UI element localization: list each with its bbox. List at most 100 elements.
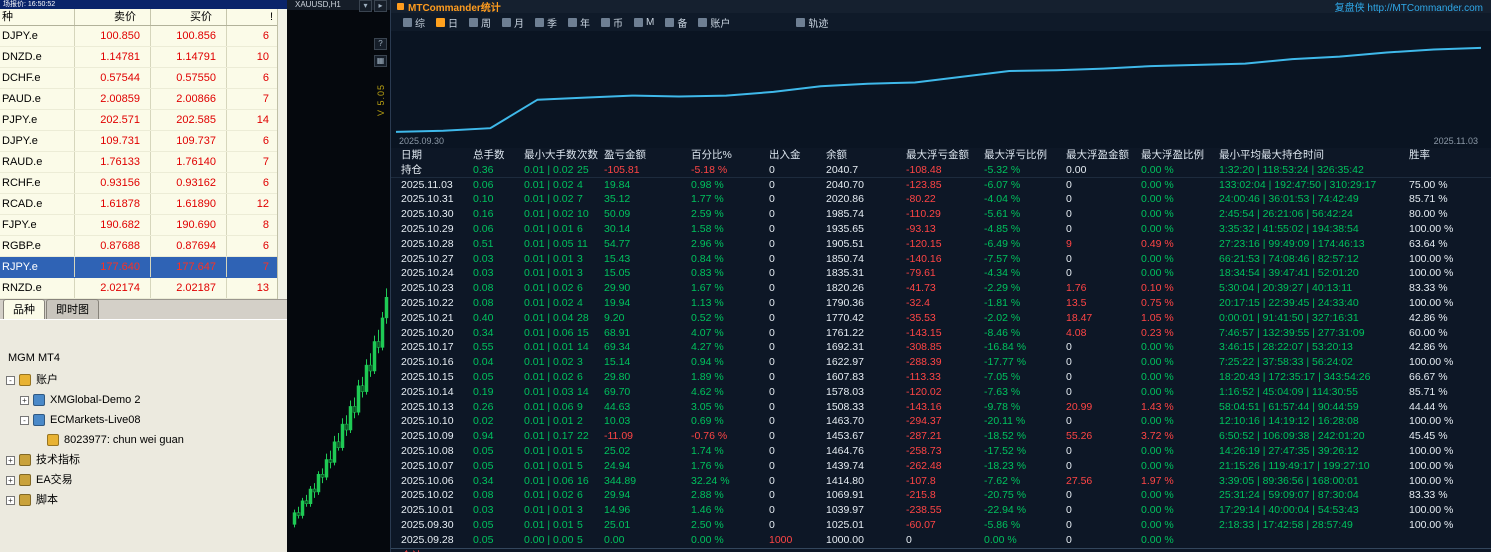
stats-cell: -294.37: [906, 415, 942, 428]
stats-table-row[interactable]: 2025.10.22 0.08 0.01 | 0.02 4 19.94 1.13 % 0 17…: [391, 296, 1491, 311]
stats-cell: 66.67 %: [1409, 370, 1448, 383]
market-watch-tab[interactable]: 即时图: [46, 299, 99, 319]
market-watch-tab[interactable]: 品种: [3, 299, 45, 319]
tree-expander-icon[interactable]: -: [6, 375, 15, 385]
stats-table-row[interactable]: 2025.10.21 0.40 0.01 | 0.04 28 9.20 0.52 % 0 17…: [391, 311, 1491, 326]
stats-menu-item[interactable]: 账户: [698, 15, 730, 30]
stats-cell: 0.05: [473, 444, 494, 457]
tree-expander-icon[interactable]: +: [6, 495, 15, 505]
stats-cell: 1.46 %: [691, 504, 724, 517]
navigator-item[interactable]: + 技术指标: [0, 450, 287, 470]
stats-table-row[interactable]: 2025.10.10 0.02 0.01 | 0.01 2 10.03 0.69 % 0 14…: [391, 414, 1491, 429]
market-watch-row[interactable]: DCHF.e 0.57544 0.57550 6: [0, 68, 287, 89]
navigator-item[interactable]: + 脚本: [0, 490, 287, 510]
candle-body: [312, 488, 317, 493]
market-watch-row[interactable]: RAUD.e 1.76133 1.76140 7: [0, 152, 287, 173]
navigator-tree: - 账户 + XMGlobal-Demo 2 - ECMarkets-Live08 8023…: [0, 370, 287, 510]
stats-position-row[interactable]: 持仓 0.36 0.01 | 0.02 25 -105.81 -5.18 % 0 2040.7…: [391, 163, 1491, 178]
stats-cell: 1025.01: [826, 518, 864, 531]
stats-table-row[interactable]: 2025.09.30 0.05 0.01 | 0.01 5 25.01 2.50 % 0 10…: [391, 518, 1491, 533]
stats-table-row[interactable]: 2025.10.09 0.94 0.01 | 0.17 22 -11.09 -0.76 %…: [391, 429, 1491, 444]
stats-cell: 2025.10.29: [401, 222, 454, 235]
stats-menu-item[interactable]: 日: [436, 15, 458, 30]
stats-table-row[interactable]: 2025.10.02 0.08 0.01 | 0.02 6 29.94 2.88 % 0 10…: [391, 488, 1491, 503]
navigator-item[interactable]: 8023977: chun wei guan: [0, 430, 287, 450]
stats-table-row[interactable]: 2025.10.17 0.55 0.01 | 0.01 14 69.34 4.27 % 0 1…: [391, 340, 1491, 355]
stats-table-row[interactable]: 2025.10.08 0.05 0.01 | 0.01 5 25.02 1.74 % 0 14…: [391, 444, 1491, 459]
help-icon[interactable]: ?: [374, 38, 387, 50]
stats-cell: 2: [577, 415, 583, 428]
stats-table-row[interactable]: 2025.10.14 0.19 0.01 | 0.03 14 69.70 4.62 % 0 1…: [391, 385, 1491, 400]
stats-cell: 10: [577, 208, 589, 221]
stats-cell: -17.77 %: [984, 356, 1027, 369]
stats-cell: 0: [1066, 489, 1072, 502]
stats-table-row[interactable]: 2025.11.03 0.06 0.01 | 0.02 4 19.84 0.98 % 0 20…: [391, 178, 1491, 193]
collapse-icon[interactable]: ▾: [359, 0, 372, 12]
stats-table-row[interactable]: 2025.10.07 0.05 0.01 | 0.01 5 24.94 1.76 % 0 14…: [391, 459, 1491, 474]
market-watch-row[interactable]: PAUD.e 2.00859 2.00866 7: [0, 89, 287, 110]
stats-menu-item[interactable]: 月: [502, 15, 524, 30]
ask-value: 1.76140: [150, 152, 226, 172]
stats-table-row[interactable]: 2025.10.16 0.04 0.01 | 0.02 3 15.14 0.94 % 0 16…: [391, 355, 1491, 370]
market-watch-row[interactable]: DJPY.e 109.731 109.737 6: [0, 131, 287, 152]
stats-menu-item[interactable]: 周: [469, 15, 491, 30]
stats-cell: 0.00 %: [1141, 163, 1174, 176]
market-watch-row[interactable]: FJPY.e 190.682 190.690 8: [0, 215, 287, 236]
market-watch-row[interactable]: RNZD.e 2.02174 2.02187 13: [0, 278, 287, 299]
market-watch-row[interactable]: RCAD.e 1.61878 1.61890 12: [0, 194, 287, 215]
stats-table-row[interactable]: 2025.10.23 0.08 0.01 | 0.02 6 29.90 1.67 % 0 18…: [391, 281, 1491, 296]
stats-menu-item[interactable]: 综: [403, 15, 425, 30]
ask-value: 2.00866: [150, 89, 226, 109]
stats-table-row[interactable]: 2025.10.20 0.34 0.01 | 0.06 15 68.91 4.07 % 0 1…: [391, 326, 1491, 341]
market-watch-row[interactable]: DNZD.e 1.14781 1.14791 10: [0, 47, 287, 68]
stats-table-row[interactable]: 2025.10.29 0.06 0.01 | 0.01 6 30.14 1.58 % 0 19…: [391, 222, 1491, 237]
market-watch-row[interactable]: RCHF.e 0.93156 0.93162 6: [0, 173, 287, 194]
stats-table-row[interactable]: 2025.10.01 0.03 0.01 | 0.01 3 14.96 1.46 % 0 10…: [391, 503, 1491, 518]
stats-table-row[interactable]: 2025.10.27 0.03 0.01 | 0.01 3 15.43 0.84 % 0 18…: [391, 252, 1491, 267]
stats-table-row[interactable]: 2025.10.06 0.34 0.01 | 0.06 16 344.89 32.24 %…: [391, 474, 1491, 489]
menu-item-label: 年: [580, 18, 590, 30]
stats-table-row[interactable]: 2025.10.28 0.51 0.01 | 0.05 11 54.77 2.96 % 0 1…: [391, 237, 1491, 252]
market-watch-row[interactable]: RJPY.e 177.640 177.647 7: [0, 257, 287, 278]
stats-cell: [1219, 549, 1409, 552]
market-watch-header: 种 卖价 买价 !: [0, 9, 287, 26]
stats-cell: 14:26:19 | 27:47:35 | 39:26:12: [1219, 444, 1359, 457]
stats-menu-item[interactable]: 轨迹: [796, 15, 828, 30]
stats-menu-item[interactable]: 币: [601, 15, 623, 30]
stats-cell: -7.05 %: [984, 370, 1021, 383]
grid-icon[interactable]: ▦: [374, 55, 387, 67]
navigator-item[interactable]: - ECMarkets-Live08: [0, 410, 287, 430]
stats-cell: 5: [577, 459, 583, 472]
navigator-item[interactable]: - 账户: [0, 370, 287, 390]
tree-expander-icon[interactable]: +: [20, 395, 29, 405]
bid-value: 177.640: [74, 257, 150, 277]
tree-expander-icon[interactable]: +: [6, 455, 15, 465]
market-watch-row[interactable]: PJPY.e 202.571 202.585 14: [0, 110, 287, 131]
tree-expander-icon[interactable]: +: [6, 475, 15, 485]
indicator-version-label: V 5.05: [376, 84, 386, 117]
stats-menu-item[interactable]: M: [634, 17, 654, 28]
ask-value: 190.690: [150, 215, 226, 235]
stats-total-row[interactable]: 合计4.55 934.8993.49 %1000 -308.85-22.94 %55…: [391, 547, 1491, 552]
navigator-item[interactable]: + EA交易: [0, 470, 287, 490]
stats-table-row[interactable]: 2025.10.13 0.26 0.01 | 0.06 9 44.63 3.05 % 0 15…: [391, 400, 1491, 415]
stats-menu-item[interactable]: 备: [665, 15, 687, 30]
stats-cell: -2.29 %: [984, 282, 1021, 295]
stats-table-row[interactable]: 2025.10.30 0.16 0.01 | 0.02 10 50.09 2.59 % 0 1…: [391, 207, 1491, 222]
stats-table-row[interactable]: 2025.10.15 0.05 0.01 | 0.02 6 29.80 1.89 % 0 16…: [391, 370, 1491, 385]
stats-table-row[interactable]: 2025.10.24 0.03 0.01 | 0.01 3 15.05 0.83 % 0 18…: [391, 266, 1491, 281]
market-watch-scrollbar[interactable]: [277, 9, 287, 299]
navigator-item[interactable]: + XMGlobal-Demo 2: [0, 390, 287, 410]
expand-icon[interactable]: ▸: [374, 0, 387, 12]
tree-expander-icon[interactable]: -: [20, 415, 29, 425]
stats-menu-item[interactable]: 年: [568, 15, 590, 30]
stats-table-row[interactable]: 2025.10.31 0.10 0.01 | 0.02 7 35.12 1.77 % 0 20…: [391, 192, 1491, 207]
stats-cell: 4.55: [473, 549, 524, 552]
brand-link[interactable]: 复盘侠 http://MTCommander.com: [1335, 0, 1483, 14]
stats-cell: 7: [577, 193, 583, 206]
market-watch-row[interactable]: RGBP.e 0.87688 0.87694 6: [0, 236, 287, 257]
stats-menu-item[interactable]: 季: [535, 15, 557, 30]
market-watch-row[interactable]: DJPY.e 100.850 100.856 6: [0, 26, 287, 47]
stats-table-row[interactable]: 2025.09.28 0.05 0.00 | 0.00 5 0.00 0.00 % 1000…: [391, 533, 1491, 548]
stats-cell: 2025.10.24: [401, 267, 454, 280]
